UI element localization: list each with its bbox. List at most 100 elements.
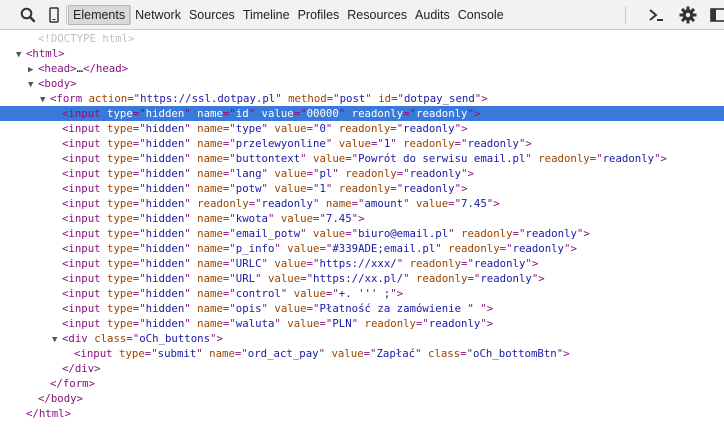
attribute-name: value xyxy=(415,197,449,210)
attribute-value: hidden xyxy=(145,107,185,120)
tab-timeline[interactable]: Timeline xyxy=(239,5,294,25)
attribute-value: readonly xyxy=(512,242,564,255)
tab-network[interactable]: Network xyxy=(131,5,185,25)
toolbar-divider xyxy=(625,6,626,24)
tab-profiles[interactable]: Profiles xyxy=(294,5,344,25)
attribute-quote: " xyxy=(525,152,532,165)
attribute-name: type xyxy=(107,287,133,300)
attribute-quote: =" xyxy=(132,227,146,240)
input-node[interactable]: <input type="hidden" name="potw" value="… xyxy=(0,181,724,196)
input-node[interactable]: <input type="hidden" name="control" valu… xyxy=(0,286,724,301)
attribute-quote: =" xyxy=(448,197,462,210)
attribute-value: Płatność za zamówienie " xyxy=(319,302,481,315)
attribute-quote: =" xyxy=(132,212,146,225)
tab-sources[interactable]: Sources xyxy=(185,5,239,25)
div-close[interactable]: </div> xyxy=(0,361,724,376)
attribute-value: oCh_bottomBtn xyxy=(473,347,557,360)
attribute-value: hidden xyxy=(145,212,185,225)
body-close[interactable]: </body> xyxy=(0,391,724,406)
attribute-quote: =" xyxy=(293,107,307,120)
attribute-quote: " xyxy=(261,182,268,195)
attribute-value: hidden xyxy=(145,272,185,285)
attribute-value: https://xx.pl/ xyxy=(313,272,404,285)
tag-close-bracket: > xyxy=(660,152,667,165)
input-node[interactable]: <input type="hidden" name="type" value="… xyxy=(0,121,724,136)
console-drawer-icon[interactable] xyxy=(646,5,666,25)
input-node[interactable]: <input type="hidden" name="waluta" value… xyxy=(0,316,724,331)
form-node[interactable]: ▼ <form action="https://ssl.dotpay.pl" me… xyxy=(0,91,724,106)
attribute-value: readonly xyxy=(409,167,462,180)
attribute-value: 00000 xyxy=(306,107,339,120)
tag-name: <div xyxy=(62,332,88,345)
attribute-value: readonly xyxy=(473,257,526,270)
tag-name: <input xyxy=(62,227,101,240)
html-node[interactable]: ▼ <html> xyxy=(0,46,724,61)
attribute-quote: =" xyxy=(222,242,236,255)
input-node[interactable]: <input type="hidden" name="URLC" value="… xyxy=(0,256,724,271)
gear-icon[interactable] xyxy=(678,5,698,25)
tag-close-bracket: > xyxy=(396,287,404,300)
tag-name: </div> xyxy=(62,362,101,375)
input-node[interactable]: <input type="hidden" name="buttontext" v… xyxy=(0,151,724,166)
html-close[interactable]: </html> xyxy=(0,406,724,421)
dock-icon[interactable] xyxy=(708,5,724,25)
attribute-quote: " xyxy=(325,182,333,195)
attribute-quote: " xyxy=(396,257,404,270)
selected-input-node[interactable]: <input type="hidden" name="id" value="00… xyxy=(0,106,724,121)
attribute-quote: =" xyxy=(132,197,146,210)
attribute-name: readonly xyxy=(538,152,590,165)
attribute-quote: " xyxy=(184,242,191,255)
attribute-quote: " xyxy=(184,287,191,300)
attribute-name: name xyxy=(197,212,223,225)
input-node[interactable]: <input type="hidden" name="opis" value="… xyxy=(0,301,724,316)
form-close[interactable]: </form> xyxy=(0,376,724,391)
tab-audits[interactable]: Audits xyxy=(411,5,454,25)
attribute-value: oCh_buttons xyxy=(139,332,211,345)
attribute-value: post xyxy=(339,92,366,105)
attribute-name: name xyxy=(197,107,223,120)
search-icon[interactable] xyxy=(18,5,38,25)
attribute-value: readonly xyxy=(467,137,519,150)
input-node[interactable]: <input type="hidden" name="lang" value="… xyxy=(0,166,724,181)
attribute-name: name xyxy=(197,152,223,165)
attribute-quote: " xyxy=(280,287,288,300)
attribute-name: value xyxy=(267,272,301,285)
doctype-line[interactable]: <!DOCTYPE html> xyxy=(0,31,724,46)
attribute-quote: =" xyxy=(300,272,314,285)
attribute-value: lang xyxy=(235,167,262,180)
submit-input-node[interactable]: <input type="submit" name="ord_act_pay" … xyxy=(0,346,724,361)
input-node[interactable]: <input type="hidden" readonly="readonly"… xyxy=(0,196,724,211)
attribute-quote: " xyxy=(351,317,359,330)
input-node[interactable]: <input type="hidden" name="p_info" value… xyxy=(0,241,724,256)
attribute-name: readonly xyxy=(403,137,455,150)
tab-console[interactable]: Console xyxy=(454,5,508,25)
tag-close-bracket: > xyxy=(486,317,494,330)
attribute-value: hidden xyxy=(145,317,185,330)
body-node[interactable]: ▼ <body> xyxy=(0,76,724,91)
tab-resources[interactable]: Resources xyxy=(343,5,411,25)
input-node[interactable]: <input type="hidden" name="URL" value="h… xyxy=(0,271,724,286)
attribute-quote: =" xyxy=(222,137,236,150)
attribute-quote: =" xyxy=(306,302,320,315)
input-node[interactable]: <input type="hidden" name="email_potw" v… xyxy=(0,226,724,241)
toolbar-divider xyxy=(66,6,67,24)
attribute-name: value xyxy=(274,167,307,180)
attribute-name: type xyxy=(107,122,133,135)
attribute-name: value xyxy=(287,317,320,330)
attribute-value: readonly xyxy=(602,152,655,165)
tab-elements[interactable]: Elements xyxy=(68,5,131,25)
tag-close-bracket: > xyxy=(563,347,570,360)
attribute-quote: =" xyxy=(326,92,340,105)
tag-name: <input xyxy=(62,107,101,120)
div-node[interactable]: ▼ <div class="oCh_buttons"> xyxy=(0,331,724,346)
input-node[interactable]: <input type="hidden" name="kwota" value=… xyxy=(0,211,724,226)
attribute-quote: =" xyxy=(345,152,359,165)
attribute-quote: " xyxy=(415,347,422,360)
attribute-quote: =" xyxy=(222,122,236,135)
head-node[interactable]: ▶ <head>…</head> xyxy=(0,61,724,76)
attribute-name: readonly xyxy=(197,197,249,210)
tag-name: <input xyxy=(62,122,101,135)
input-node[interactable]: <input type="hidden" name="przelewyonlin… xyxy=(0,136,724,151)
device-mode-icon[interactable] xyxy=(44,5,64,25)
attribute-name: value xyxy=(313,152,346,165)
